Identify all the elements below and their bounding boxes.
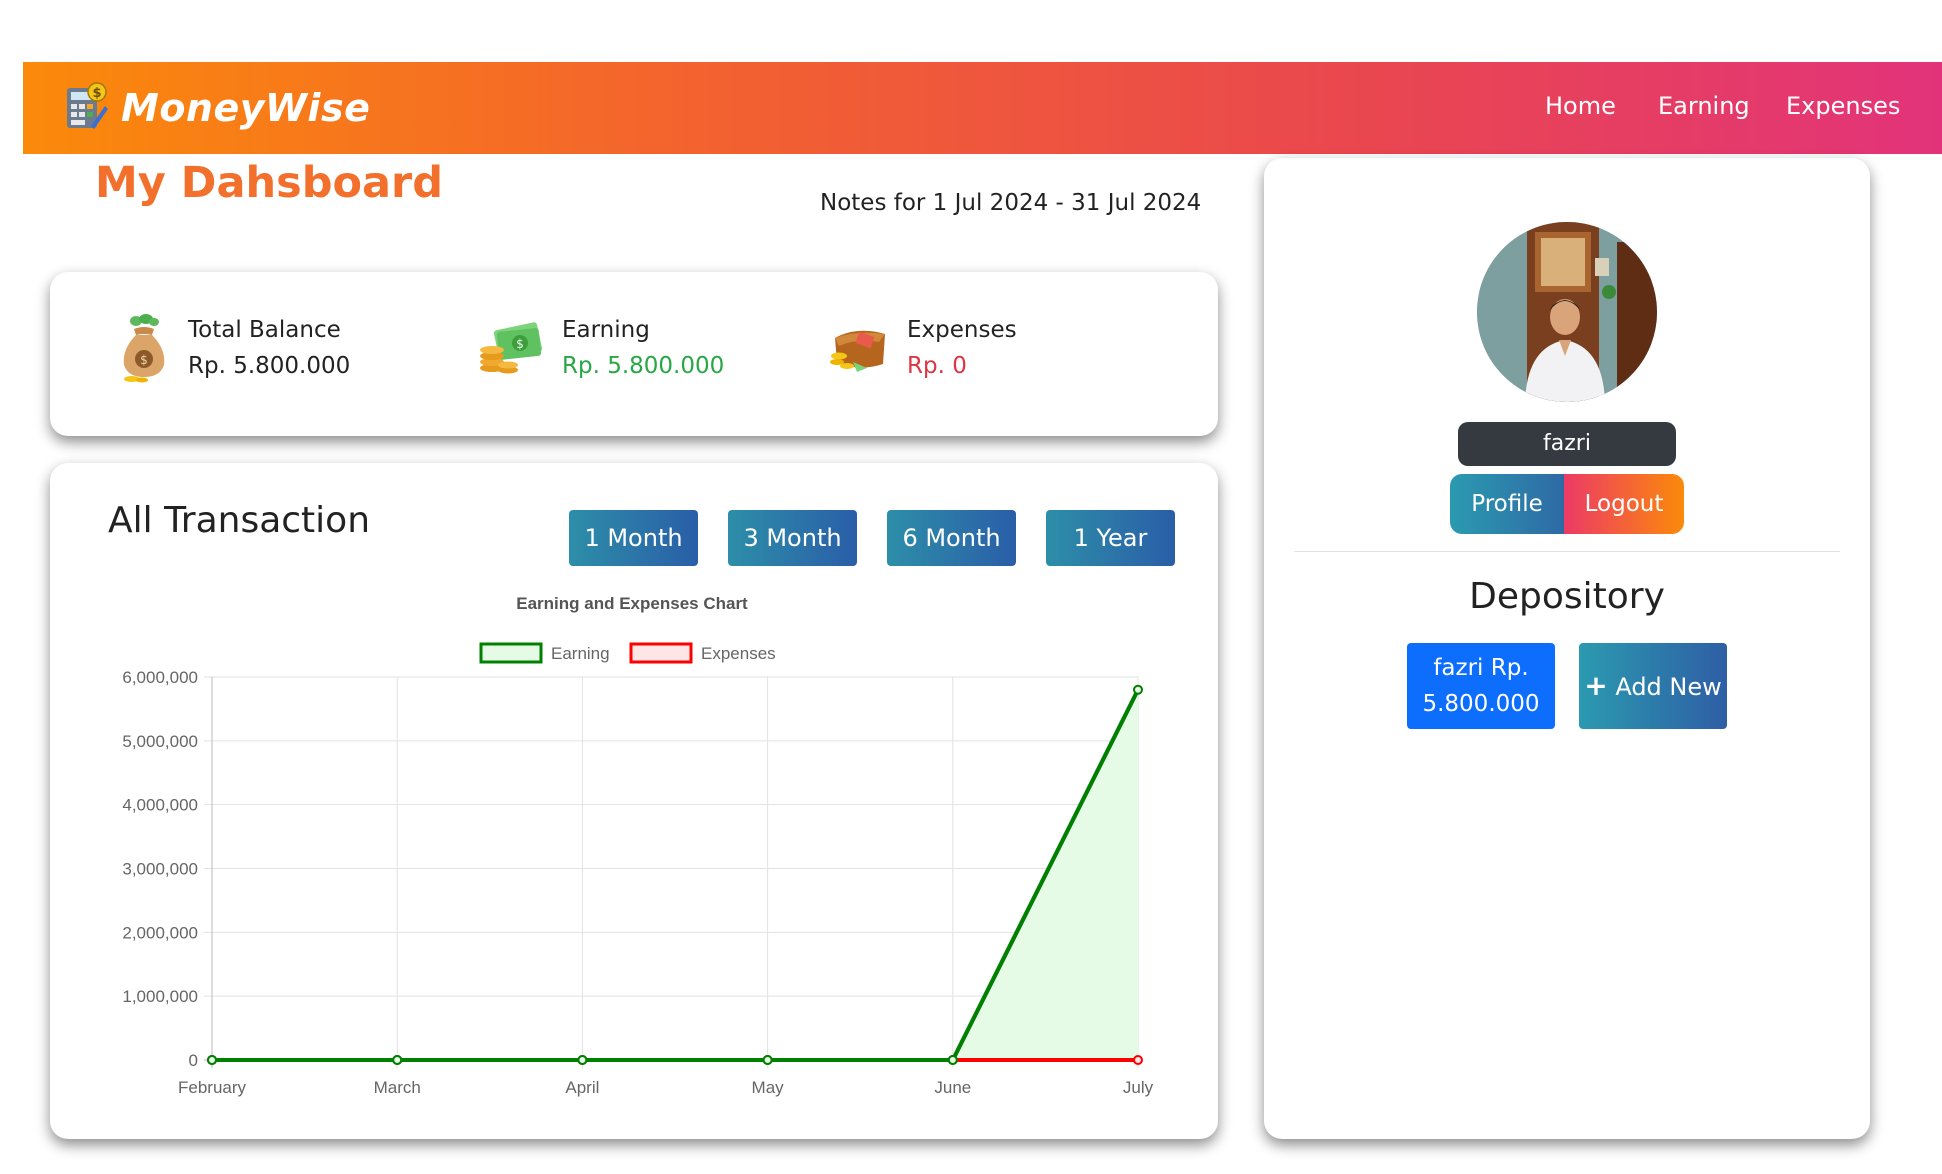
x-tick-label: June [934, 1078, 971, 1097]
legend-label-earning: Earning [551, 644, 610, 663]
summary-card: $ Total Balance Rp. 5.800.000 $ Earning … [50, 272, 1218, 436]
expenses-text: Expenses Rp. 0 [907, 312, 1017, 384]
total-balance-summary: $ Total Balance Rp. 5.800.000 [118, 312, 350, 384]
y-tick-label: 4,000,000 [122, 796, 198, 815]
earning-label: Earning [562, 317, 650, 343]
money-bag-icon: $ [123, 314, 165, 383]
earning-expenses-chart: Earning and Expenses Chart Earning Expense… [122, 594, 1154, 1097]
y-tick-label: 6,000,000 [122, 668, 198, 687]
finance-logo-icon: $ [67, 82, 108, 129]
total-balance-value: Rp. 5.800.000 [188, 353, 351, 379]
svg-text:$: $ [516, 337, 524, 351]
y-tick-label: 1,000,000 [122, 987, 198, 1006]
brand[interactable]: $ MoneyWise [61, 82, 370, 134]
x-tick-label: April [565, 1078, 599, 1097]
data-point-earning [207, 1055, 217, 1065]
expenses-label: Expenses [907, 317, 1017, 343]
logout-button[interactable]: Logout [1564, 474, 1684, 534]
data-point-earning [762, 1055, 773, 1065]
total-balance-label: Total Balance [188, 317, 341, 343]
cash-coins-icon: $ [480, 322, 543, 374]
x-tick-label: March [374, 1078, 421, 1097]
depository-item-label: fazri Rp. 5.800.000 [1422, 655, 1540, 717]
svg-text:$: $ [92, 86, 101, 101]
depository-title: Depository [1469, 576, 1665, 617]
legend-swatch-expenses [629, 642, 693, 664]
user-photo-icon [1477, 222, 1657, 402]
x-tick-label: February [178, 1078, 247, 1097]
data-point-earning [1133, 684, 1143, 695]
y-tick-label: 2,000,000 [122, 923, 198, 942]
expenses-value: Rp. 0 [907, 353, 967, 379]
legend-label-expenses: Expenses [701, 644, 776, 663]
x-tick-label: July [1123, 1078, 1154, 1097]
x-tick-label: May [752, 1078, 785, 1097]
depository-item-button[interactable]: fazri Rp. 5.800.000 [1407, 643, 1555, 729]
brand-name: MoneyWise [121, 86, 371, 130]
total-balance-text: Total Balance Rp. 5.800.000 [188, 312, 350, 384]
expenses-summary: Expenses Rp. 0 [827, 312, 1017, 384]
nav-expenses[interactable]: Expenses [1786, 92, 1900, 120]
plus-icon: + [1584, 668, 1608, 702]
chart-title: Earning and Expenses Chart [516, 594, 748, 613]
wallet-outflow-icon [830, 330, 885, 372]
profile-button[interactable]: Profile [1450, 474, 1564, 534]
svg-text:$: $ [140, 353, 148, 367]
data-point-earning [392, 1055, 403, 1065]
transaction-card: All Transaction 1 Month 3 Month 6 Month … [50, 463, 1218, 1139]
navbar: $ MoneyWise Home Earning Expenses [23, 62, 1942, 154]
earning-text: Earning Rp. 5.800.000 [562, 312, 724, 384]
series-area-earning [212, 689, 1138, 1060]
data-point-earning [947, 1055, 958, 1065]
data-point-expenses [1133, 1055, 1143, 1065]
legend-swatch-earning [479, 642, 543, 664]
y-tick-label: 5,000,000 [122, 732, 198, 751]
add-depository-button[interactable]: + Add New [1579, 643, 1727, 729]
profile-card: fazri Profile Logout Depository fazri Rp… [1264, 158, 1870, 1139]
divider [1294, 551, 1840, 552]
y-tick-label: 0 [189, 1051, 198, 1070]
data-point-earning [577, 1055, 588, 1065]
y-tick-label: 3,000,000 [122, 860, 198, 879]
avatar [1477, 222, 1657, 402]
earning-value: Rp. 5.800.000 [562, 353, 725, 379]
nav-home[interactable]: Home [1545, 92, 1616, 120]
nav-earning[interactable]: Earning [1658, 92, 1750, 120]
username-badge: fazri [1458, 422, 1676, 466]
notes-range: Notes for 1 Jul 2024 - 31 Jul 2024 [820, 190, 1202, 216]
page-title: My Dahsboard [95, 158, 444, 208]
add-depository-label: Add New [1615, 672, 1722, 701]
earning-summary: $ Earning Rp. 5.800.000 [478, 312, 724, 384]
